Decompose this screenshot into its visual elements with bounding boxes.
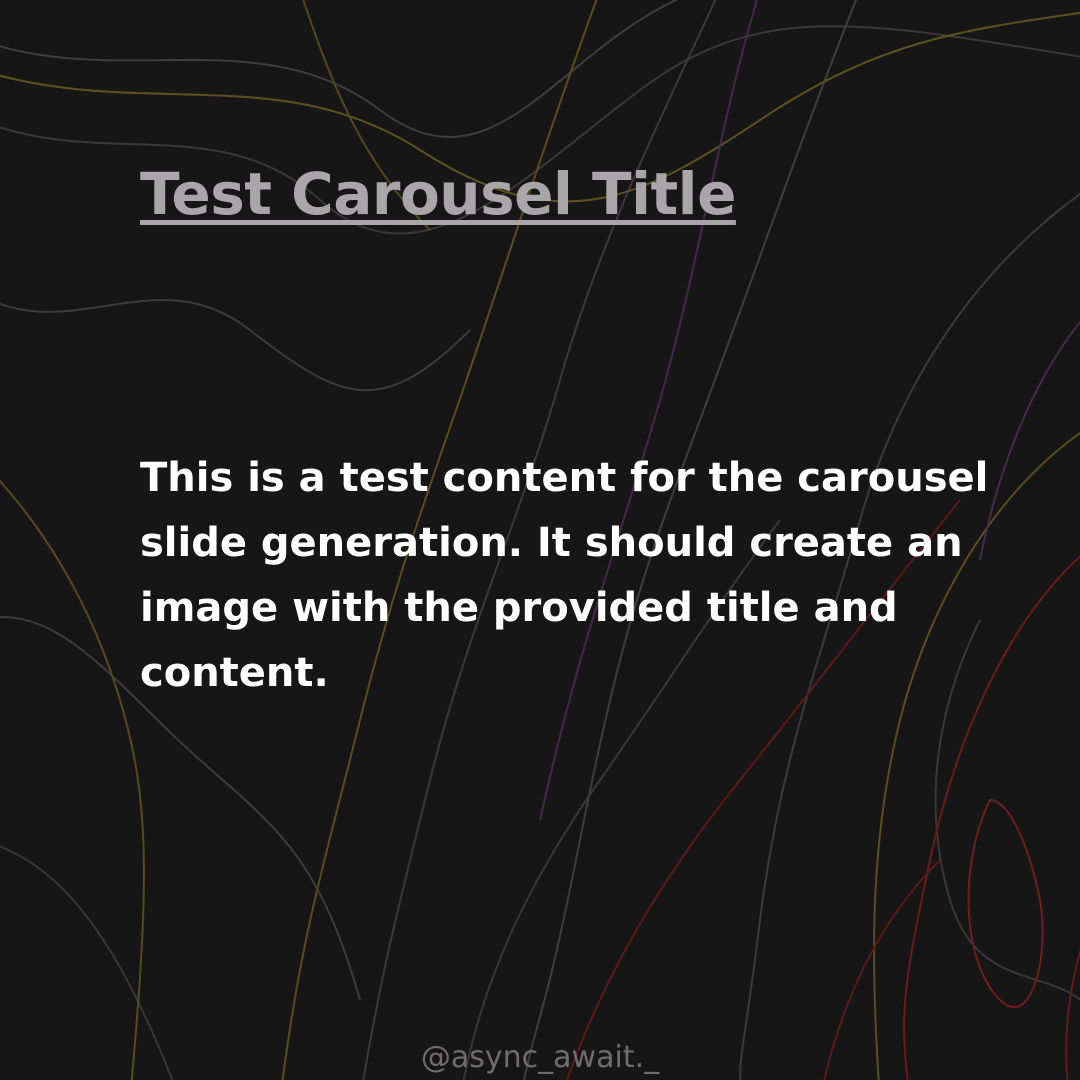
- author-handle: @async_await._: [420, 1040, 660, 1075]
- slide-content: This is a test content for the carousel …: [140, 455, 989, 696]
- carousel-slide: Test Carousel Title This is a test conte…: [0, 0, 1080, 1080]
- slide-title: Test Carousel Title: [140, 160, 736, 228]
